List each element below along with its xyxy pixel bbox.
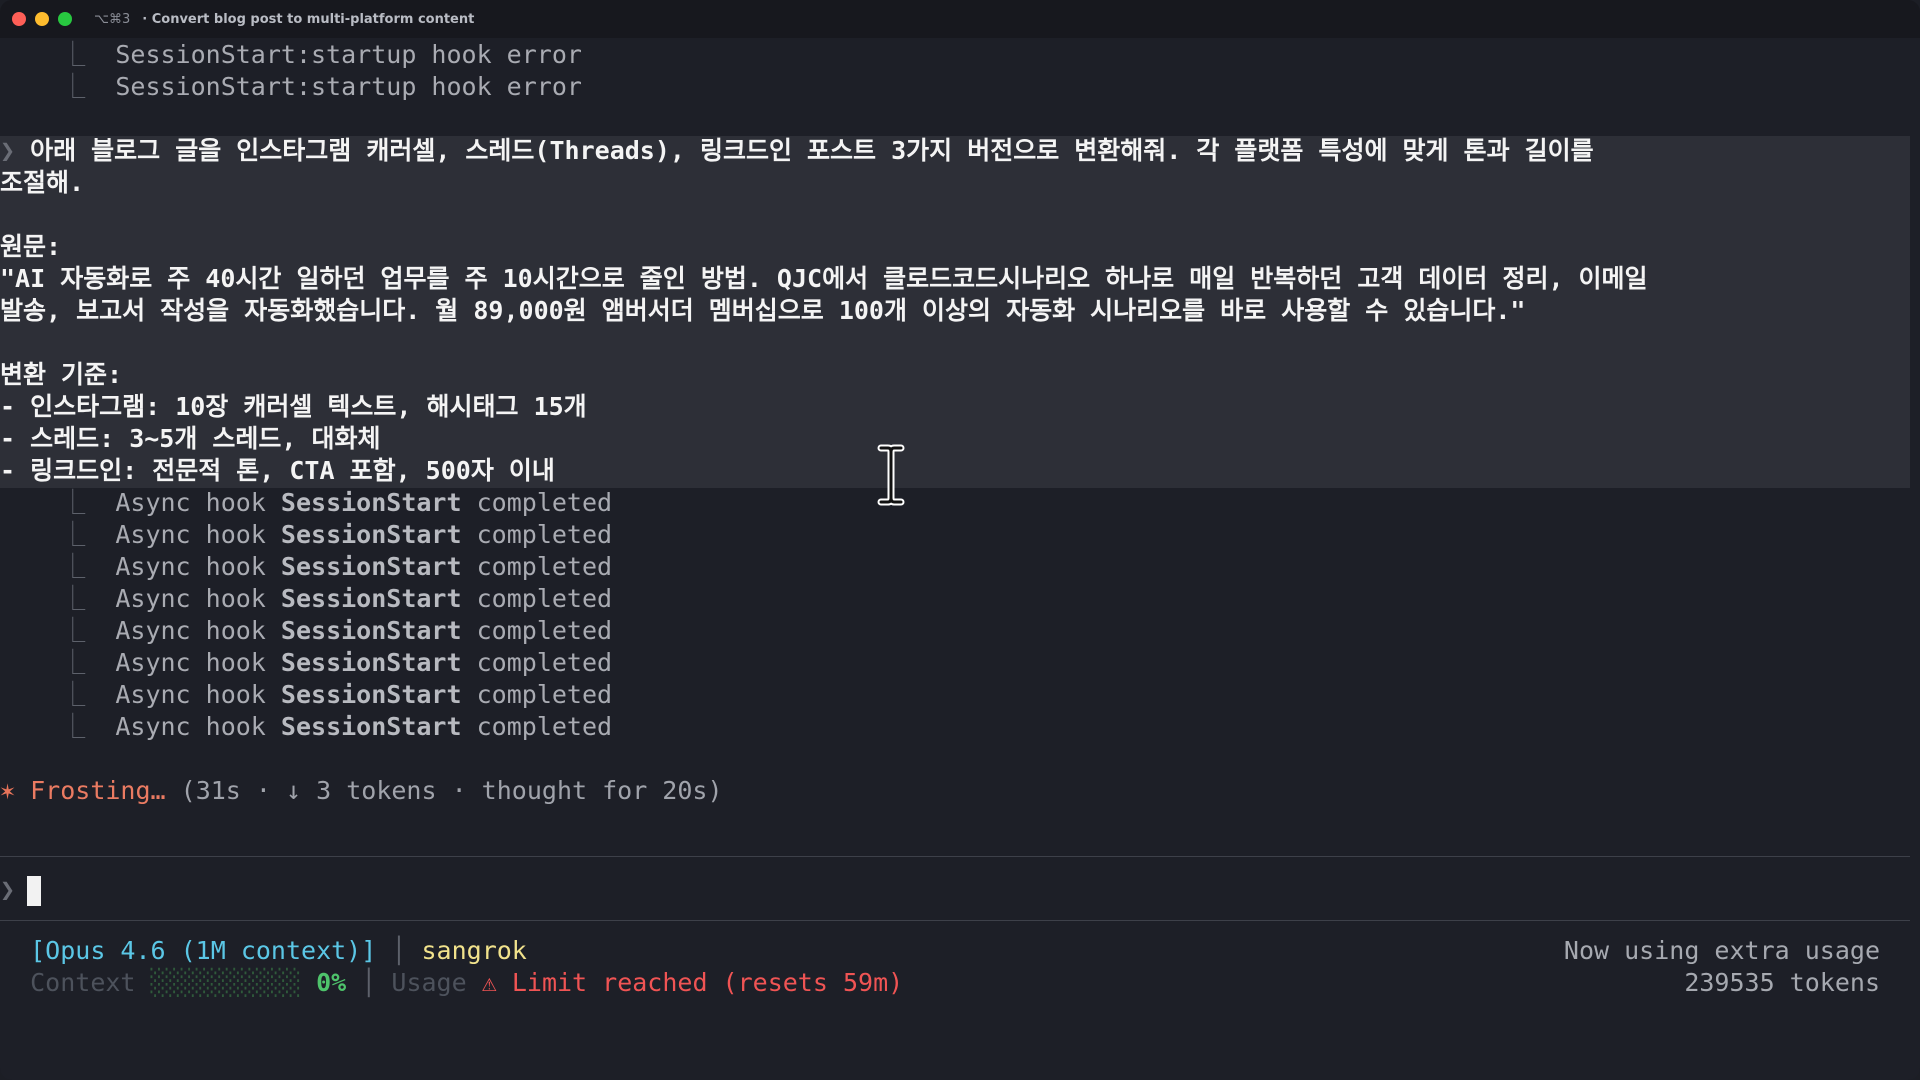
context-progress-bar: ░░░░░░░░░░ (150, 968, 302, 997)
text-cursor (27, 876, 42, 906)
prompt-input[interactable]: ❯ (0, 872, 42, 908)
async-hook-line: ⎿ Async hook SessionStart completed (60, 712, 613, 741)
context-percent: 0% (316, 968, 347, 997)
context-label: Context (30, 968, 136, 997)
input-top-divider (0, 856, 1910, 857)
tab-shortcut: ⌥⌘3 (94, 11, 131, 27)
prompt-chevron-icon: ❯ (0, 875, 16, 904)
close-window-button[interactable] (12, 12, 26, 26)
prompt-line: 원문: (0, 232, 62, 261)
hook-error-line: ⎿ SessionStart:startup hook error (60, 40, 582, 69)
async-hook-line: ⎿ Async hook SessionStart completed (60, 584, 613, 613)
spinner-star-icon: ✶ (0, 776, 16, 805)
async-hook-line: ⎿ Async hook SessionStart completed (60, 488, 613, 517)
user-label: sangrok (421, 936, 527, 965)
prompt-line: - 스레드: 3~5개 스레드, 대화체 (0, 424, 381, 453)
statusline-row-2: Context ░░░░░░░░░░ 0% │ Usage ⚠ Limit re… (30, 968, 904, 997)
model-label: [Opus 4.6 (1M context)] (30, 936, 377, 965)
prompt-line: 변환 기준: (0, 360, 123, 389)
hook-error-line: ⎿ SessionStart:startup hook error (60, 72, 582, 101)
title-bar: ⌥⌘3 · Convert blog post to multi-platfor… (0, 0, 1920, 38)
prompt-line: ❯ 아래 블로그 글을 인스타그램 캐러셀, 스레드(Threads), 링크드… (0, 136, 1594, 165)
prompt-line: 조절해. (0, 168, 85, 197)
prompt-line: - 링크드인: 전문적 톤, CTA 포함, 500자 이내 (0, 456, 555, 485)
window-title: · Convert blog post to multi-platform co… (142, 11, 475, 27)
spinner-status: ✶ Frosting… (31s · ↓ 3 tokens · thought … (0, 775, 723, 807)
prompt-line: 발송, 보고서 작성을 자동화했습니다. 월 89,000원 앰버서더 멤버십으… (0, 296, 1526, 325)
spinner-verb: Frosting… (30, 776, 166, 805)
prompt-line: "AI 자동화로 주 40시간 일하던 업무를 주 10시간으로 줄인 방법. … (0, 264, 1648, 293)
async-hook-line: ⎿ Async hook SessionStart completed (60, 520, 613, 549)
mouse-ibeam-cursor-icon (877, 444, 905, 506)
spinner-meta: (31s · ↓ 3 tokens · thought for 20s) (180, 776, 723, 805)
minimize-window-button[interactable] (35, 12, 49, 26)
statusline-row-1: [Opus 4.6 (1M context)] │ sangrok (30, 936, 527, 965)
async-hook-line: ⎿ Async hook SessionStart completed (60, 616, 613, 645)
async-hook-line: ⎿ Async hook SessionStart completed (60, 648, 613, 677)
async-hook-line: ⎿ Async hook SessionStart completed (60, 552, 613, 581)
prompt-line: - 인스타그램: 10장 캐러셀 텍스트, 해시태그 15개 (0, 392, 587, 421)
input-bottom-divider (0, 920, 1910, 921)
extra-usage-notice: Now using extra usage (1563, 936, 1880, 965)
terminal-window: ⌥⌘3 · Convert blog post to multi-platfor… (0, 0, 1920, 1080)
usage-limit-warning: ⚠ Limit reached (resets 59m) (481, 968, 904, 997)
usage-label: Usage (391, 968, 467, 997)
token-count: 239535 tokens (1684, 968, 1880, 997)
zoom-window-button[interactable] (58, 12, 72, 26)
async-hook-line: ⎿ Async hook SessionStart completed (60, 680, 613, 709)
